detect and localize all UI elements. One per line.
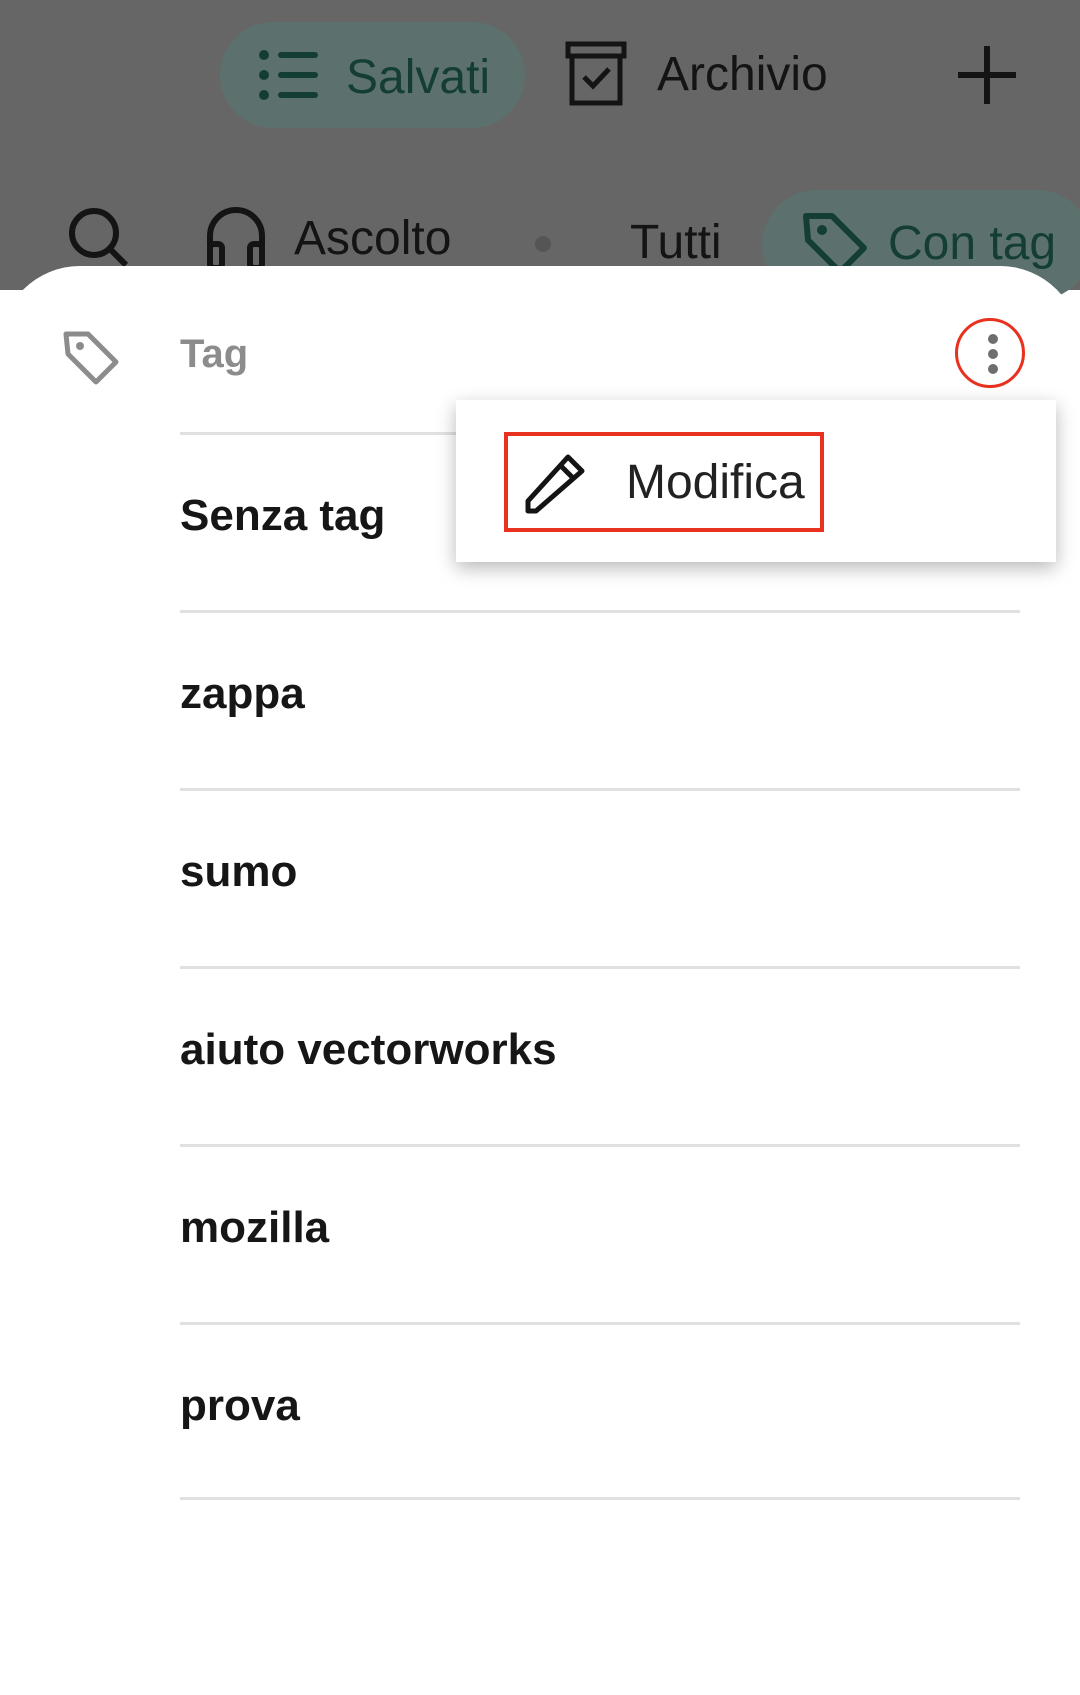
- list-item-label: zappa: [180, 669, 305, 718]
- tab-saved-label: Salvati: [346, 51, 491, 104]
- list-icon: [256, 47, 322, 103]
- tab-archive-label: Archivio: [657, 47, 828, 101]
- list-item-label: sumo: [180, 847, 298, 896]
- plus-icon: [958, 46, 1016, 104]
- search-button[interactable]: [66, 205, 130, 269]
- app-screen: Salvati Archivio Ascolto Tutti Con tag T…: [0, 0, 1080, 1695]
- more-options-button[interactable]: [955, 318, 1025, 388]
- tab-saved[interactable]: Salvati: [220, 22, 525, 128]
- list-item[interactable]: aiuto vectorworks: [180, 966, 1020, 1144]
- add-button[interactable]: [952, 40, 1022, 110]
- more-vert-icon-dot: [988, 349, 998, 359]
- search-icon: [69, 208, 129, 268]
- tagged-filter-label: Con tag: [888, 217, 1057, 270]
- edit-menu-item[interactable]: Modifica: [504, 432, 824, 532]
- tag-list: Senza tag zappa sumo aiuto vectorworks m…: [180, 432, 1020, 1500]
- more-vert-icon: [988, 334, 998, 344]
- overflow-menu: Modifica: [456, 400, 1056, 562]
- list-item-label: mozilla: [180, 1203, 330, 1252]
- pencil-icon: [522, 449, 592, 515]
- list-item[interactable]: prova: [180, 1322, 1020, 1500]
- tab-archive[interactable]: Archivio: [565, 40, 828, 108]
- list-item-label: prova: [180, 1381, 300, 1430]
- list-item[interactable]: zappa: [180, 610, 1020, 788]
- list-item[interactable]: sumo: [180, 788, 1020, 966]
- listen-filter-label: Ascolto: [294, 212, 452, 265]
- edit-menu-label: Modifica: [626, 455, 805, 509]
- headphones-icon: [204, 206, 268, 270]
- list-item-label: Senza tag: [180, 491, 386, 540]
- separator-dot: [535, 236, 551, 252]
- sheet-title: Tag: [180, 332, 249, 376]
- list-item[interactable]: mozilla: [180, 1144, 1020, 1322]
- tag-icon: [62, 328, 120, 386]
- archive-icon: [565, 41, 627, 107]
- more-vert-icon-dot: [988, 364, 998, 374]
- list-item-label: aiuto vectorworks: [180, 1025, 557, 1074]
